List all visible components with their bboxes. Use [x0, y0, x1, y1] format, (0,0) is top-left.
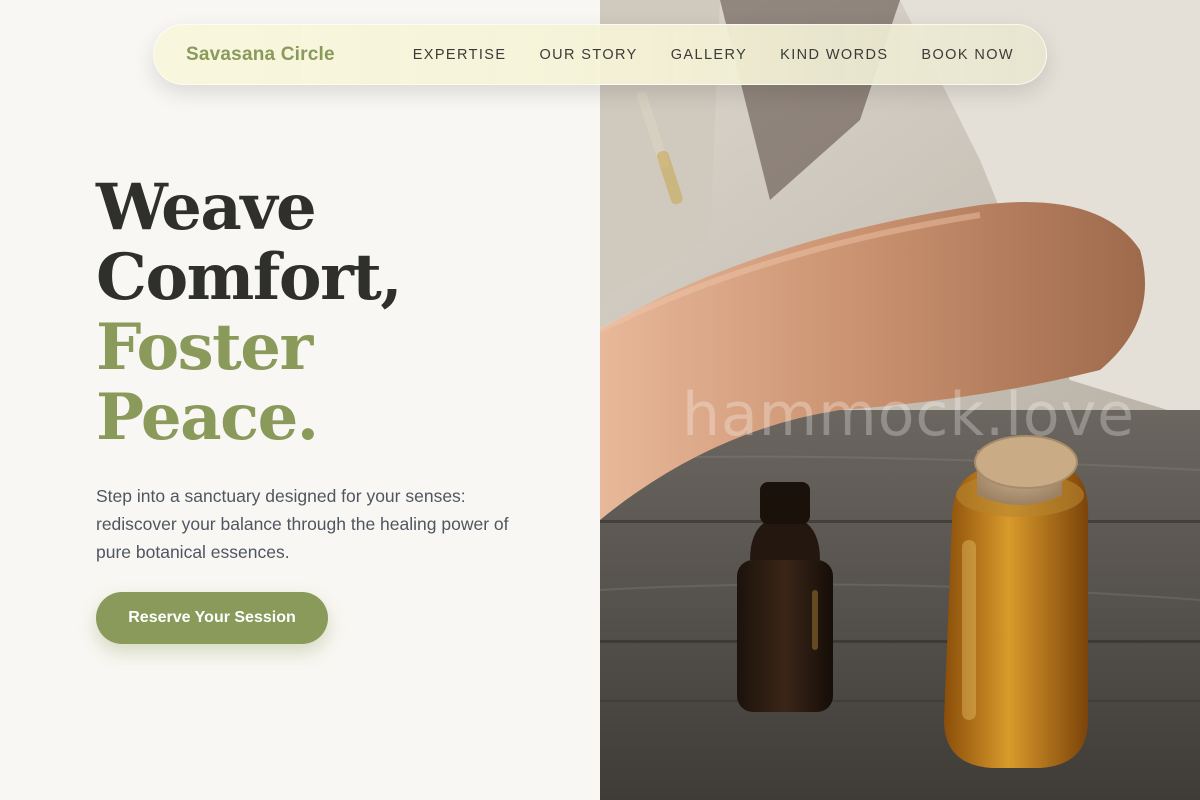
hero-description: Step into a sanctuary designed for your … [96, 486, 509, 562]
watermark-text: hammock.love [682, 380, 1136, 450]
hero-photo: hammock.love [600, 0, 1200, 800]
brand-logo[interactable]: Savasana Circle [186, 44, 335, 66]
headline-line-3: Foster [96, 310, 313, 385]
headline-line-1: Weave [96, 170, 317, 245]
reserve-session-button[interactable]: Reserve Your Session [96, 592, 328, 644]
headline-line-4: Peace. [96, 380, 319, 455]
nav-link-gallery[interactable]: GALLERY [671, 47, 747, 63]
nav-link-expertise[interactable]: EXPERTISE [413, 47, 507, 63]
nav-link-book-now[interactable]: BOOK NOW [921, 47, 1014, 63]
nav-links: EXPERTISE OUR STORY GALLERY KIND WORDS B… [413, 47, 1014, 63]
nav-link-our-story[interactable]: OUR STORY [539, 47, 637, 63]
headline-line-2: Comfort, [96, 240, 403, 315]
nav-link-kind-words[interactable]: KIND WORDS [780, 47, 888, 63]
top-navigation: Savasana Circle EXPERTISE OUR STORY GALL… [153, 24, 1047, 85]
hero-headline: Weave Comfort, Foster Peace. [96, 173, 556, 453]
